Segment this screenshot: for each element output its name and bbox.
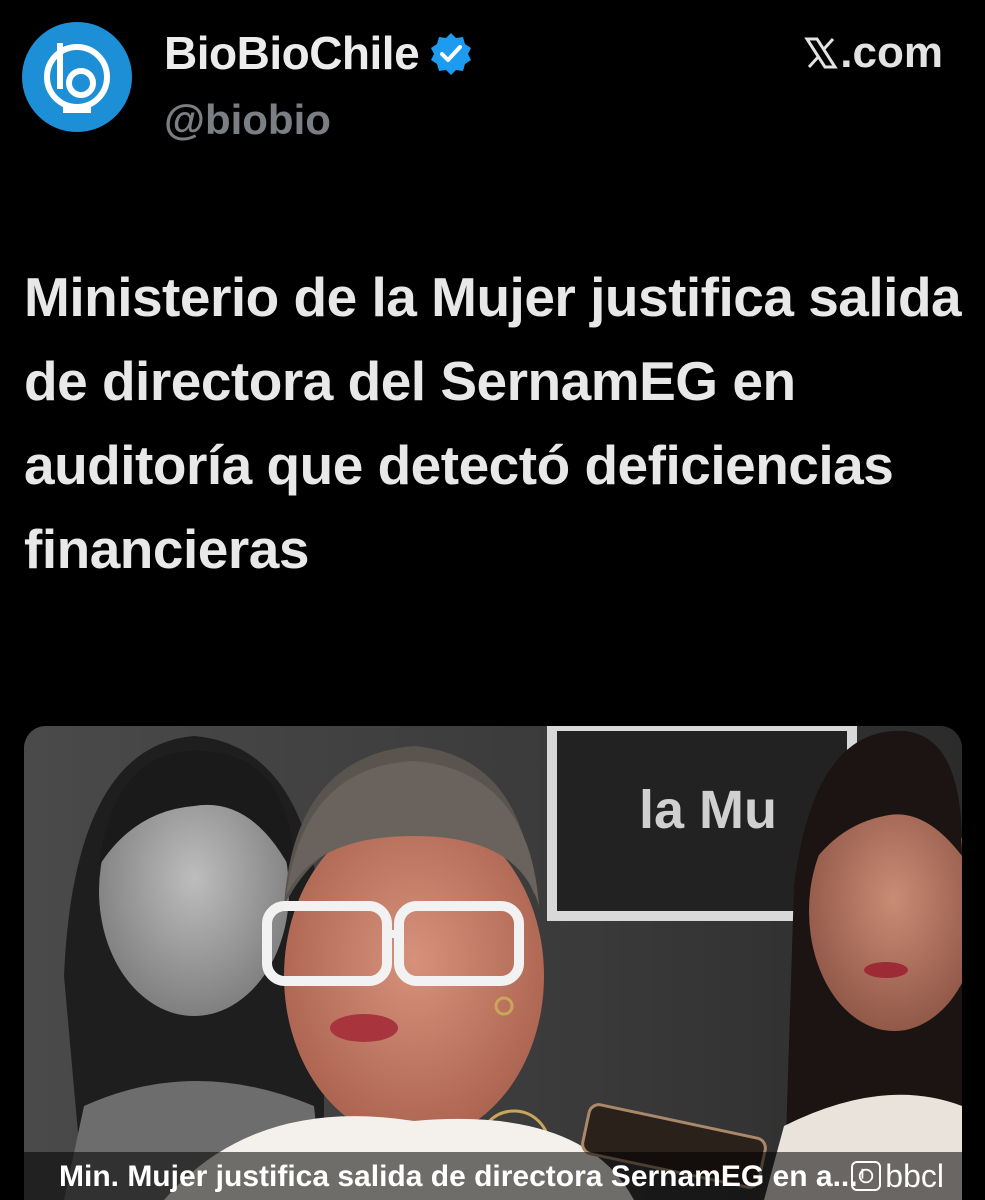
handle[interactable]: @biobio	[164, 96, 331, 144]
post-header: BioBioChile @biobio .com	[0, 0, 985, 170]
biobio-watermark-icon	[851, 1161, 882, 1191]
verified-badge-icon	[431, 33, 472, 75]
biobio-logo-icon	[44, 43, 110, 113]
card-caption: Min. Mujer justifica salida de directora…	[59, 1160, 858, 1193]
source-link[interactable]: .com	[804, 28, 943, 78]
display-name[interactable]: BioBioChile	[164, 26, 420, 80]
background-sign-text: la Mu	[639, 780, 777, 840]
post-headline: Ministerio de la Mujer justifica salida …	[24, 266, 962, 580]
source-domain: .com	[840, 28, 943, 77]
avatar[interactable]	[22, 22, 132, 132]
name-row: BioBioChile	[164, 26, 473, 80]
news-photo: la Mu	[24, 726, 962, 1200]
x-logo-icon	[804, 37, 839, 69]
watermark: bbcl	[851, 1158, 944, 1194]
watermark-text: bbcl	[885, 1157, 944, 1194]
link-preview-card[interactable]: la Mu Min. Mujer justifica salida de dir…	[24, 726, 962, 1200]
